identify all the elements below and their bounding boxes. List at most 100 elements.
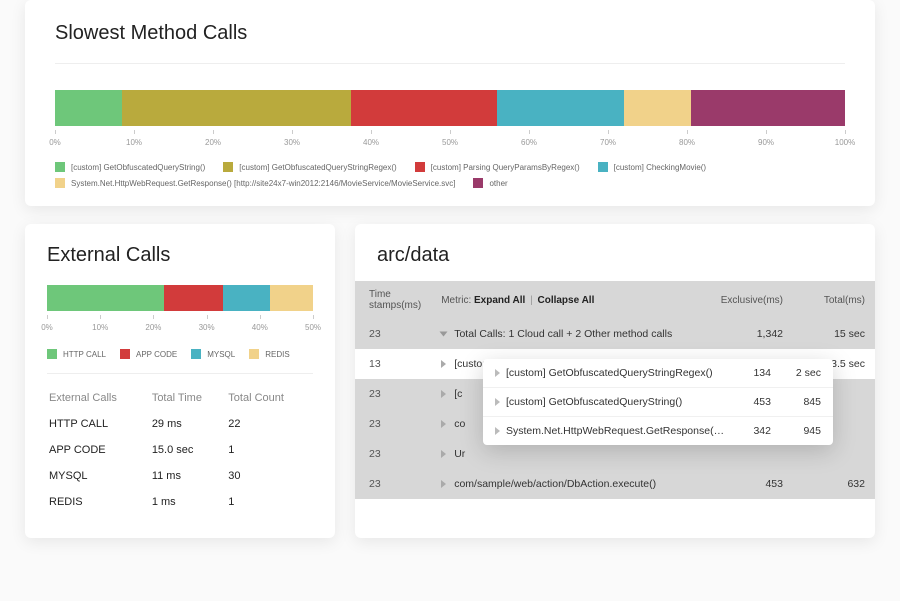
- legend-swatch: [598, 162, 608, 172]
- legend-label: [custom] GetObfuscatedQueryStringRegex(): [239, 163, 396, 172]
- legend-item[interactable]: other: [473, 178, 507, 188]
- legend-swatch: [55, 162, 65, 172]
- popover-total: 845: [771, 396, 821, 408]
- legend-item[interactable]: [custom] GetObfuscatedQueryStringRegex(): [223, 162, 396, 172]
- exclusive-cell: 453: [711, 469, 793, 499]
- axis-tick-label: 30%: [284, 138, 300, 147]
- axis-tick-label: 30%: [199, 323, 215, 332]
- axis-tick-label: 20%: [205, 138, 221, 147]
- legend-item[interactable]: System.Net.HttpWebRequest.GetResponse() …: [55, 178, 455, 188]
- legend-swatch: [249, 349, 259, 359]
- arc-data-card: arc/data Time stamps(ms) Metric: Expand …: [355, 224, 875, 538]
- col-header-name[interactable]: External Calls: [49, 386, 150, 410]
- timestamp-cell: 23: [355, 379, 431, 409]
- x-axis: 0%10%20%30%40%50%60%70%80%90%100%: [55, 134, 845, 152]
- popover-exclusive: 342: [725, 425, 771, 437]
- method-cell: Total Calls: 1 Cloud call + 2 Other meth…: [431, 319, 711, 349]
- bar-segment[interactable]: [223, 285, 271, 311]
- chevron-right-icon[interactable]: [441, 450, 446, 458]
- chevron-right-icon[interactable]: [495, 427, 500, 435]
- table-row[interactable]: HTTP CALL29 ms22: [49, 412, 311, 436]
- timestamp-cell: 23: [355, 319, 431, 349]
- legend-item[interactable]: [custom] GetObfuscatedQueryString(): [55, 162, 205, 172]
- table-row[interactable]: MYSQL11 ms30: [49, 464, 311, 488]
- axis-tick-label: 50%: [442, 138, 458, 147]
- col-header-metric[interactable]: Metric: Expand All | Collapse All: [431, 281, 711, 319]
- trace-row[interactable]: 23Total Calls: 1 Cloud call + 2 Other me…: [355, 319, 875, 349]
- legend-item[interactable]: HTTP CALL: [47, 349, 106, 359]
- table-row[interactable]: REDIS1 ms1: [49, 490, 311, 514]
- bar-segment[interactable]: [497, 90, 623, 126]
- bar-segment[interactable]: [164, 285, 223, 311]
- bar-segment[interactable]: [351, 90, 497, 126]
- chevron-right-icon[interactable]: [495, 398, 500, 406]
- popover-method-name: System.Net.HttpWebRequest.GetResponse() …: [506, 425, 725, 437]
- total-cell: 15 sec: [793, 319, 875, 349]
- popover-method-name: [custom] GetObfuscatedQueryStringRegex(): [506, 367, 725, 379]
- col-header-total[interactable]: Total(ms): [793, 281, 875, 319]
- legend-label: System.Net.HttpWebRequest.GetResponse() …: [71, 179, 455, 188]
- slowest-methods-chart: 0%10%20%30%40%50%60%70%80%90%100%: [55, 90, 845, 152]
- bar-segment[interactable]: [270, 285, 313, 311]
- popover-exclusive: 134: [725, 367, 771, 379]
- bar-segment[interactable]: [122, 90, 351, 126]
- legend-label: [custom] Parsing QueryParamsByRegex(): [431, 163, 580, 172]
- timestamp-cell: 23: [355, 439, 431, 469]
- chevron-down-icon[interactable]: [440, 332, 448, 337]
- axis-tick-label: 40%: [252, 323, 268, 332]
- legend-label: MYSQL: [207, 350, 235, 359]
- legend-label: HTTP CALL: [63, 350, 106, 359]
- x-axis: 0%10%20%30%40%50%: [47, 319, 313, 337]
- axis-tick-label: 100%: [835, 138, 855, 147]
- external-calls-chart: 0%10%20%30%40%50%: [47, 285, 313, 337]
- col-header-count[interactable]: Total Count: [228, 386, 311, 410]
- expand-all-link[interactable]: Expand All: [474, 295, 525, 306]
- legend-swatch: [473, 178, 483, 188]
- chevron-right-icon[interactable]: [441, 480, 446, 488]
- legend-item[interactable]: [custom] Parsing QueryParamsByRegex(): [415, 162, 580, 172]
- axis-tick-label: 10%: [92, 323, 108, 332]
- legend-item[interactable]: [custom] CheckingMovie(): [598, 162, 706, 172]
- popover-row[interactable]: [custom] GetObfuscatedQueryStringRegex()…: [483, 359, 833, 388]
- chevron-right-icon[interactable]: [441, 360, 446, 368]
- legend-item[interactable]: MYSQL: [191, 349, 235, 359]
- legend-swatch: [191, 349, 201, 359]
- legend-item[interactable]: APP CODE: [120, 349, 177, 359]
- axis-tick-label: 60%: [521, 138, 537, 147]
- axis-tick-label: 70%: [600, 138, 616, 147]
- bar-segment[interactable]: [691, 90, 845, 126]
- legend-label: APP CODE: [136, 350, 177, 359]
- popover-exclusive: 453: [725, 396, 771, 408]
- chevron-right-icon[interactable]: [441, 390, 446, 398]
- chevron-right-icon[interactable]: [495, 369, 500, 377]
- chevron-right-icon[interactable]: [441, 420, 446, 428]
- collapse-all-link[interactable]: Collapse All: [537, 295, 594, 306]
- legend: [custom] GetObfuscatedQueryString() [cust…: [55, 162, 845, 188]
- legend-label: other: [489, 179, 507, 188]
- legend-swatch: [55, 178, 65, 188]
- popover-total: 945: [771, 425, 821, 437]
- table-row[interactable]: APP CODE15.0 sec1: [49, 438, 311, 462]
- call-detail-popover: [custom] GetObfuscatedQueryStringRegex()…: [483, 359, 833, 445]
- popover-method-name: [custom] GetObfuscatedQueryString(): [506, 396, 725, 408]
- popover-row[interactable]: [custom] GetObfuscatedQueryString()45384…: [483, 388, 833, 417]
- timestamp-cell: 23: [355, 409, 431, 439]
- external-calls-card: External Calls 0%10%20%30%40%50% HTTP CA…: [25, 224, 335, 538]
- legend-label: REDIS: [265, 350, 289, 359]
- legend-swatch: [223, 162, 233, 172]
- stacked-bar: [55, 90, 845, 126]
- bar-segment[interactable]: [55, 90, 122, 126]
- timestamp-cell: 13: [355, 349, 431, 379]
- axis-tick-label: 50%: [305, 323, 321, 332]
- bar-segment[interactable]: [624, 90, 691, 126]
- stacked-bar: [47, 285, 313, 311]
- total-cell: 632: [793, 469, 875, 499]
- popover-row[interactable]: System.Net.HttpWebRequest.GetResponse() …: [483, 417, 833, 445]
- col-header-exclusive[interactable]: Exclusive(ms): [711, 281, 793, 319]
- col-header-time[interactable]: Total Time: [152, 386, 226, 410]
- bar-segment[interactable]: [47, 285, 164, 311]
- legend-item[interactable]: REDIS: [249, 349, 289, 359]
- panel-title: arc/data: [355, 244, 875, 267]
- col-header-timestamps[interactable]: Time stamps(ms): [355, 281, 431, 319]
- trace-row[interactable]: 23com/sample/web/action/DbAction.execute…: [355, 469, 875, 499]
